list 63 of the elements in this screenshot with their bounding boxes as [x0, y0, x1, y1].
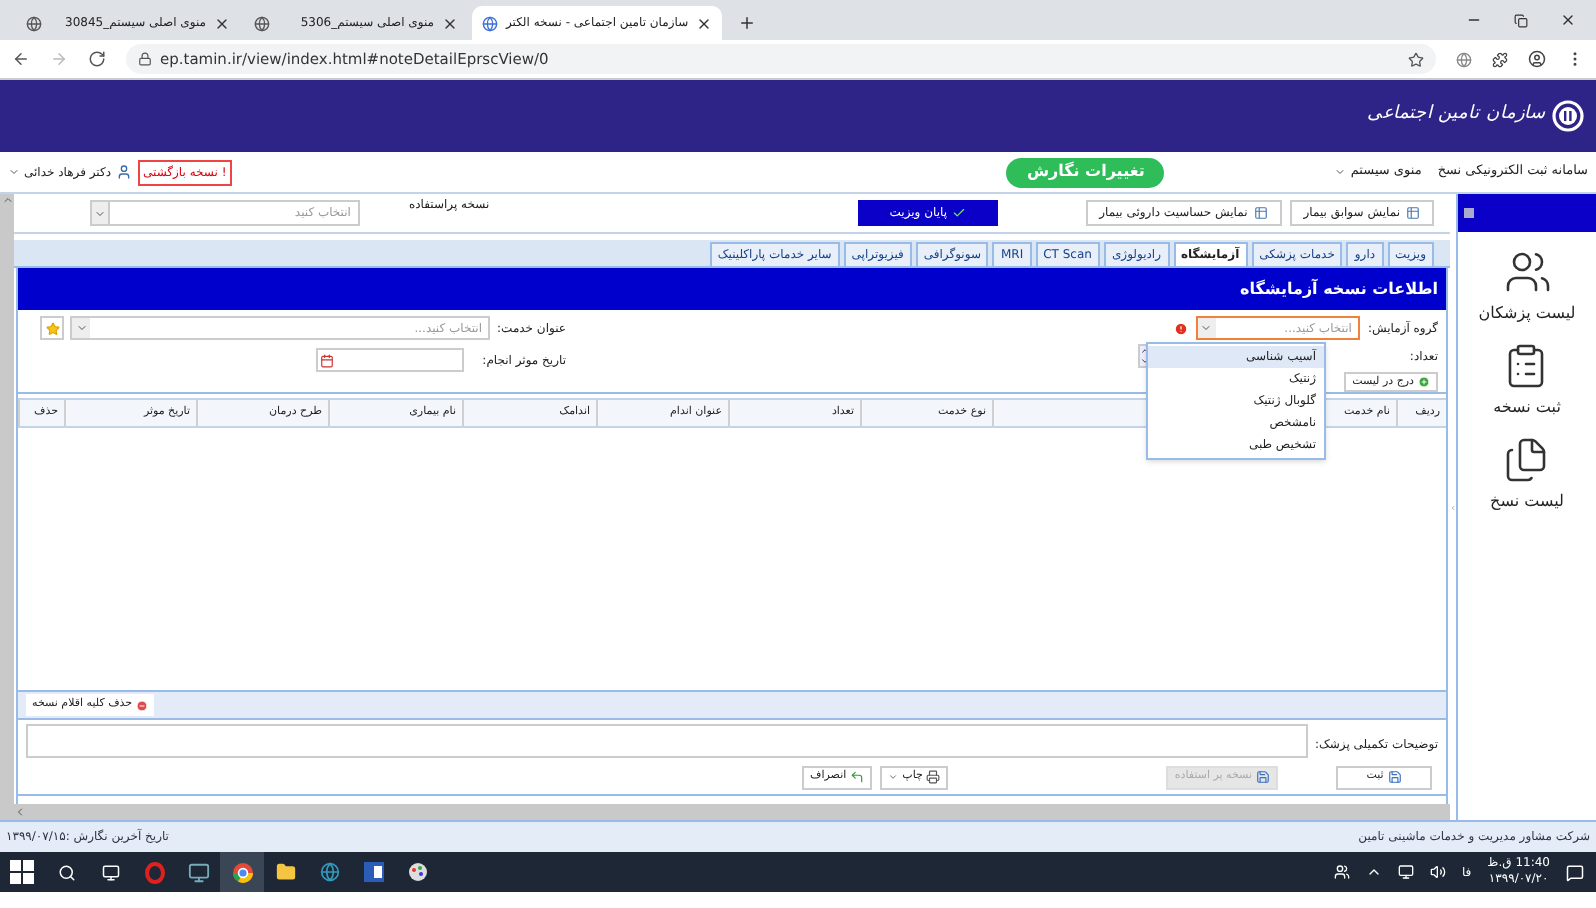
star-icon — [45, 321, 59, 335]
caret-icon — [1200, 322, 1213, 334]
check-icon — [951, 206, 966, 220]
folder-icon[interactable] — [276, 862, 296, 882]
section-title-bar: اطلاعات نسخه آزمایشگاه — [18, 268, 1446, 310]
back-icon[interactable] — [12, 50, 30, 68]
caret-icon — [1334, 166, 1347, 178]
ring-app-icon[interactable] — [143, 861, 165, 883]
error-icon — [1173, 321, 1188, 335]
lock-icon[interactable] — [138, 52, 152, 66]
profile-icon[interactable] — [1528, 50, 1546, 68]
document-app-icon[interactable] — [364, 862, 384, 882]
globe-icon[interactable] — [1456, 51, 1472, 67]
close-icon[interactable] — [1560, 12, 1576, 28]
reload-icon[interactable] — [88, 50, 106, 68]
volume-icon[interactable] — [1429, 864, 1446, 880]
doctor-notes-field[interactable] — [26, 724, 1307, 758]
extensions-icon[interactable] — [1492, 51, 1508, 67]
effective-date-field[interactable] — [316, 348, 464, 372]
user-icon — [115, 164, 132, 180]
close-icon[interactable] — [214, 15, 230, 31]
caret-icon — [75, 322, 87, 334]
browser-app-icon[interactable] — [231, 861, 253, 883]
notifications-icon[interactable] — [1566, 863, 1584, 881]
windows-logo-icon[interactable] — [10, 860, 34, 884]
paint-palette-icon[interactable] — [408, 862, 428, 882]
spin-up-icon[interactable] — [1140, 346, 1150, 356]
table-icon — [1406, 206, 1420, 220]
vertical-scrollbar[interactable] — [0, 194, 14, 820]
people-icon[interactable] — [1333, 864, 1350, 880]
undo-icon — [850, 770, 865, 784]
globe-icon — [254, 15, 270, 31]
close-icon[interactable] — [696, 15, 713, 31]
chevron-up-icon[interactable] — [1365, 864, 1382, 880]
close-icon[interactable] — [442, 15, 458, 31]
web-browser-icon[interactable] — [320, 862, 340, 882]
emblem-logo-icon — [1552, 100, 1584, 132]
sidebar-item[interactable]: لیست پزشکان — [1478, 302, 1576, 326]
sidebar-item[interactable]: لیست نسخ — [1490, 490, 1564, 514]
globe-icon — [482, 15, 498, 31]
table-icon — [1253, 206, 1268, 220]
caret-icon — [94, 207, 107, 219]
doctors-icon[interactable] — [1503, 248, 1551, 296]
network-icon[interactable] — [1397, 864, 1414, 880]
bookmark-star-icon[interactable] — [1408, 51, 1424, 67]
calendar-icon[interactable] — [320, 353, 334, 367]
sidebar-item[interactable]: ثبت نسخه — [1493, 396, 1561, 420]
spin-down-icon[interactable] — [1140, 356, 1150, 366]
logo-text: سازمان تامین اجتماعی — [1366, 102, 1546, 129]
caret-icon — [8, 166, 20, 178]
restore-icon[interactable] — [1514, 13, 1528, 27]
search-icon[interactable] — [57, 863, 75, 881]
plus-icon — [1418, 376, 1430, 388]
printer-icon — [926, 770, 941, 784]
globe-icon — [26, 15, 42, 31]
remote-desktop-icon[interactable] — [187, 861, 209, 883]
caret-icon — [888, 772, 899, 782]
save-icon — [1387, 770, 1402, 784]
new-tab-icon[interactable] — [738, 14, 757, 32]
files-icon[interactable] — [1502, 436, 1551, 484]
horizontal-scrollbar[interactable] — [14, 804, 1450, 820]
minus-icon — [136, 699, 149, 711]
save-icon — [1256, 770, 1270, 784]
